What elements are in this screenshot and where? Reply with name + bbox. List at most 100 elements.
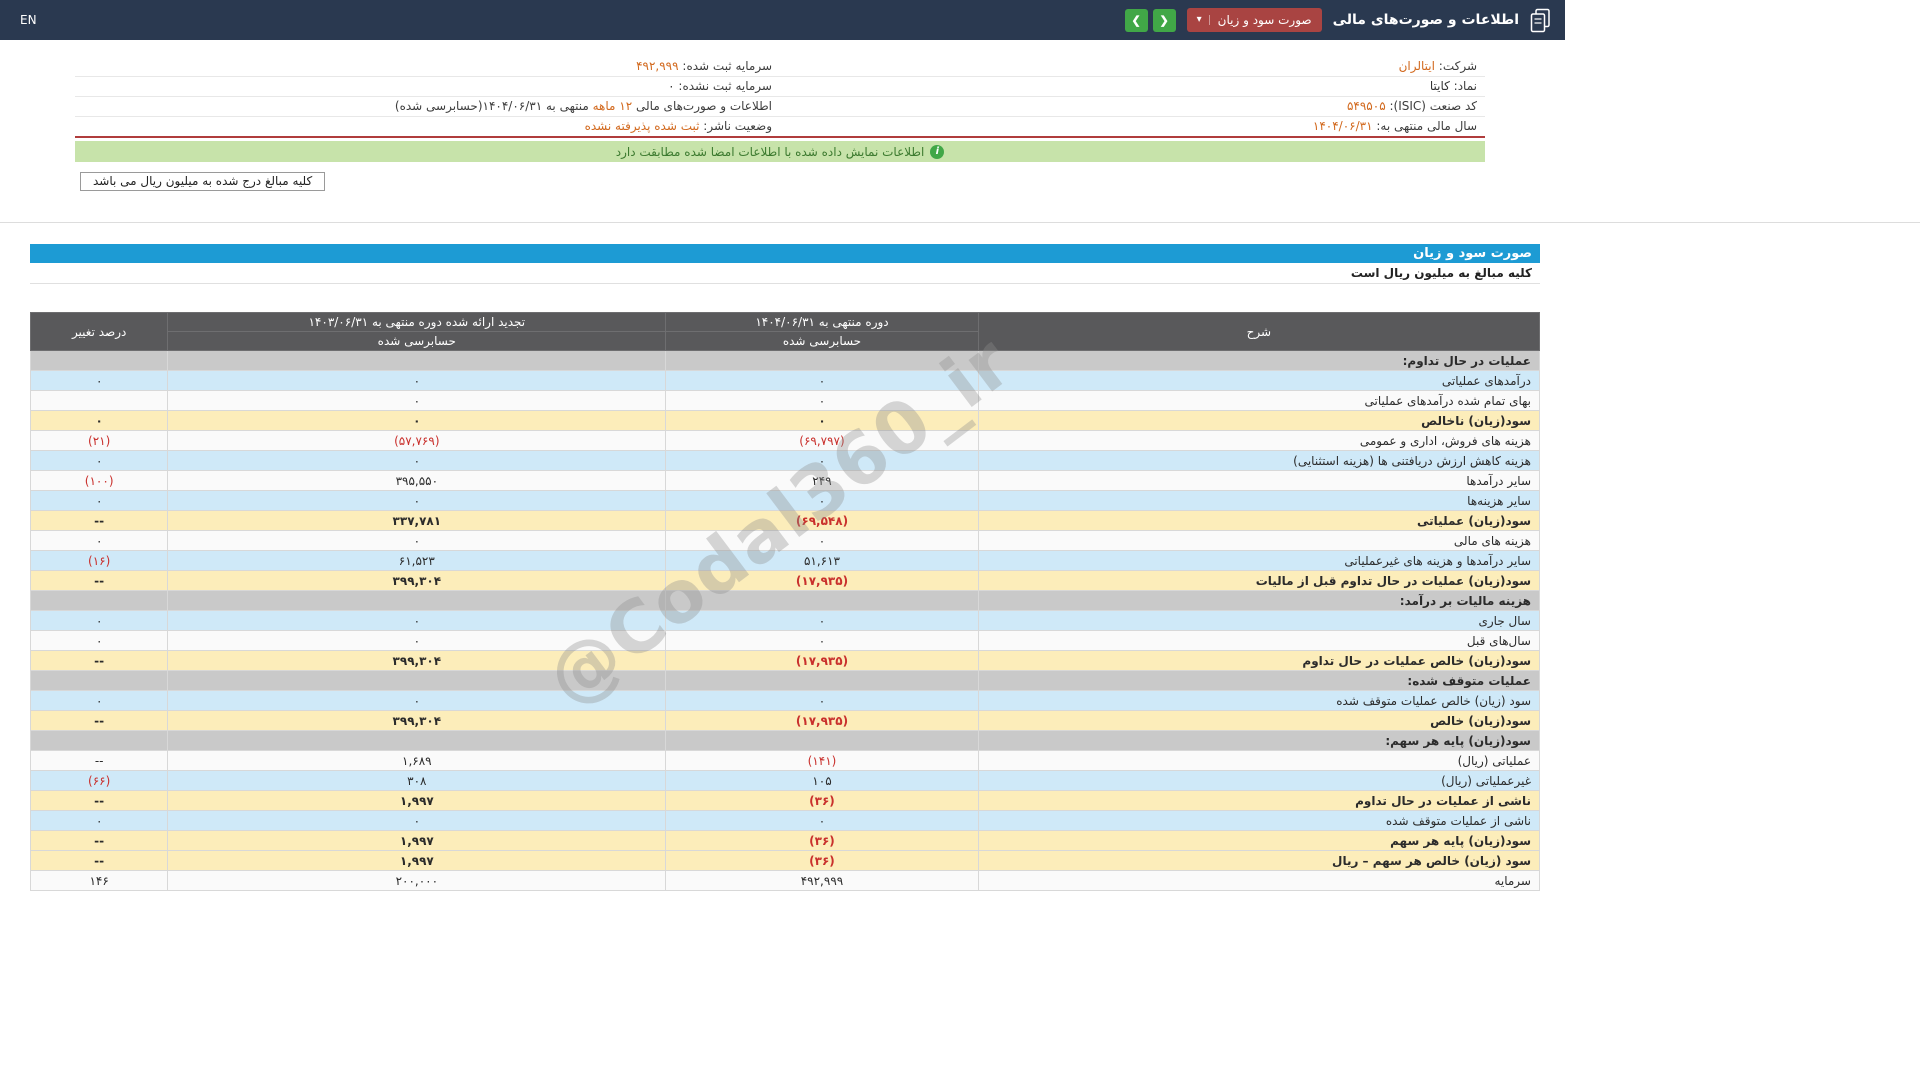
- amount-current-cell: (۳۶): [665, 850, 979, 871]
- col-subheader-audited-restated: حسابرسی شده: [167, 331, 667, 351]
- signature-match-banner: i اطلاعات نمایش داده شده با اطلاعات امضا…: [75, 141, 1485, 162]
- amount-current-cell: [665, 350, 979, 371]
- col-header-description: شرح: [977, 312, 1541, 351]
- section-divider: [0, 222, 1920, 223]
- table-row: سود(زیان) پایه هر سهم (۳۶) ۱,۹۹۷ --: [29, 830, 1541, 851]
- amount-restated-cell: ۰: [167, 490, 667, 511]
- amount-current-cell: [665, 670, 979, 691]
- amount-restated-cell: ۰: [167, 630, 667, 651]
- amount-current-cell: ۰: [665, 690, 979, 711]
- change-cell: --: [29, 830, 169, 851]
- col-header-restated-period: تجدید ارائه شده دوره منتهی به ۱۴۰۳/۰۶/۳۱: [167, 312, 667, 332]
- row-label: سایر درآمدها و هزینه های غیرعملیاتی: [977, 550, 1541, 571]
- change-cell: [29, 730, 169, 751]
- row-label: سود(زیان) ناخالص: [977, 410, 1541, 431]
- change-cell: (۱۰۰): [29, 470, 169, 491]
- income-statement-table: شرح دوره منتهی به ۱۴۰۴/۰۶/۳۱ تجدید ارائه…: [29, 312, 1541, 891]
- topbar: اطلاعات و صورت‌های مالی صورت سود و زیان …: [0, 0, 1565, 40]
- next-statement-button[interactable]: ❯: [1124, 8, 1148, 32]
- amount-current-cell: ۰: [665, 630, 979, 651]
- amount-restated-cell: ۰: [167, 370, 667, 391]
- row-label: سال جاری: [977, 610, 1541, 631]
- table-row: سایر درآمدها و هزینه های غیرعملیاتی ۵۱,۶…: [29, 550, 1541, 571]
- table-row: سود(زیان) عملیاتی (۶۹,۵۴۸) ۳۳۷,۷۸۱ --: [29, 510, 1541, 531]
- change-cell: [29, 590, 169, 611]
- table-row: غیرعملیاتی (ریال) ۱۰۵ ۳۰۸ (۶۶): [29, 770, 1541, 791]
- amount-restated-cell: ۳۹۹,۳۰۴: [167, 650, 667, 671]
- row-label: هزینه مالیات بر درآمد:: [977, 590, 1541, 611]
- page-title: اطلاعات و صورت‌های مالی: [1332, 12, 1519, 28]
- row-label: هزینه کاهش ارزش دریافتنی ها (هزینه استثن…: [977, 450, 1541, 471]
- row-label: سال‌های قبل: [977, 630, 1541, 651]
- table-row: سود(زیان) خالص (۱۷,۹۳۵) ۳۹۹,۳۰۴ --: [29, 710, 1541, 731]
- amount-restated-cell: (۵۷,۷۶۹): [167, 430, 667, 451]
- units-note-box: کلیه مبالغ درج شده به میلیون ریال می باش…: [80, 172, 326, 191]
- symbol-label: نماد:: [1453, 79, 1477, 93]
- amount-current-cell: (۳۶): [665, 790, 979, 811]
- amount-current-cell: (۳۶): [665, 830, 979, 851]
- row-label: بهای تمام شده درآمدهای عملیاتی: [977, 390, 1541, 411]
- info-icon: i: [930, 144, 945, 159]
- row-label: هزینه های فروش، اداری و عمومی: [977, 430, 1541, 451]
- amount-restated-cell: [167, 590, 667, 611]
- chevron-right-icon: ❯: [1131, 14, 1141, 27]
- table-row: سود(زیان) خالص عملیات در حال تداوم (۱۷,۹…: [29, 650, 1541, 671]
- info-row: سال مالی منتهی به: ۱۴۰۴/۰۶/۳۱ وضعیت ناشر…: [75, 117, 1485, 138]
- amount-current-cell: ۰: [665, 490, 979, 511]
- amount-current-cell: ۰: [665, 450, 979, 471]
- col-header-current-period: دوره منتهی به ۱۴۰۴/۰۶/۳۱: [665, 312, 979, 332]
- row-label: سایر هزینه‌ها: [977, 490, 1541, 511]
- amount-current-cell: ۲۴۹: [665, 470, 979, 491]
- row-label: عملیات در حال تداوم:: [977, 350, 1541, 371]
- amount-restated-cell: ۳۳۷,۷۸۱: [167, 510, 667, 531]
- amount-current-cell: (۱۷,۹۳۵): [665, 570, 979, 591]
- change-cell: (۶۶): [29, 770, 169, 791]
- row-label: درآمدهای عملیاتی: [977, 370, 1541, 391]
- amount-restated-cell: ۰: [167, 450, 667, 471]
- amount-restated-cell: ۳۹۹,۳۰۴: [167, 710, 667, 731]
- company-info-table: شرکت: ایتالران سرمایه ثبت شده: ۴۹۲,۹۹۹ ن…: [75, 57, 1485, 138]
- change-cell: --: [29, 750, 169, 771]
- amount-restated-cell: ۱,۹۹۷: [167, 850, 667, 871]
- change-cell: (۱۶): [29, 550, 169, 571]
- financial-statements-icon: [1530, 8, 1551, 33]
- row-label: هزینه های مالی: [977, 530, 1541, 551]
- unregistered-capital-value: ۰: [668, 79, 675, 93]
- amount-restated-cell: ۰: [167, 390, 667, 411]
- table-row: هزینه های مالی ۰ ۰ ۰: [29, 530, 1541, 551]
- statement-select-dropdown[interactable]: صورت سود و زیان ▾: [1186, 8, 1322, 32]
- table-row: سود(زیان) پایه هر سهم:: [29, 730, 1541, 751]
- income-statement-section: صورت سود و زیان کلیه مبالغ به میلیون ریا…: [29, 244, 1541, 891]
- amount-restated-cell: [167, 350, 667, 371]
- row-label: سود (زیان) خالص عملیات متوقف شده: [977, 690, 1541, 711]
- info-row: کد صنعت (ISIC): ۵۴۹۵۰۵ اطلاعات و صورت‌ها…: [75, 96, 1485, 117]
- table-row: عملیات متوقف شده:: [29, 670, 1541, 691]
- amount-restated-cell: [167, 730, 667, 751]
- amount-current-cell: [665, 730, 979, 751]
- unregistered-capital-label: سرمایه ثبت نشده:: [678, 79, 772, 93]
- change-cell: --: [29, 710, 169, 731]
- amount-current-cell: ۰: [665, 410, 979, 431]
- change-cell: --: [29, 570, 169, 591]
- amount-restated-cell: ۱,۶۸۹: [167, 750, 667, 771]
- amount-current-cell: ۵۱,۶۱۳: [665, 550, 979, 571]
- language-toggle[interactable]: EN: [20, 13, 37, 27]
- info-row: نماد: کایتا سرمایه ثبت نشده: ۰: [75, 76, 1485, 97]
- change-cell: ۰: [29, 810, 169, 831]
- table-row: ناشی از عملیات در حال تداوم (۳۶) ۱,۹۹۷ -…: [29, 790, 1541, 811]
- previous-statement-button[interactable]: ❮: [1152, 8, 1176, 32]
- isic-label: کد صنعت (ISIC):: [1389, 99, 1477, 113]
- table-row: ناشی از عملیات متوقف شده ۰ ۰ ۰: [29, 810, 1541, 831]
- registered-capital-value: ۴۹۲,۹۹۹: [636, 59, 679, 73]
- amount-current-cell: (۱۴۱): [665, 750, 979, 771]
- change-cell: --: [29, 790, 169, 811]
- table-row: هزینه مالیات بر درآمد:: [29, 590, 1541, 611]
- change-cell: --: [29, 850, 169, 871]
- row-label: سود(زیان) خالص: [977, 710, 1541, 731]
- report-title-prefix: اطلاعات و صورت‌های مالی: [636, 99, 772, 113]
- amount-restated-cell: ۳۹۵,۵۵۰: [167, 470, 667, 491]
- change-cell: ۰: [29, 490, 169, 511]
- change-cell: --: [29, 510, 169, 531]
- chevron-left-icon: ❮: [1159, 14, 1169, 27]
- amount-current-cell: (۱۷,۹۳۵): [665, 710, 979, 731]
